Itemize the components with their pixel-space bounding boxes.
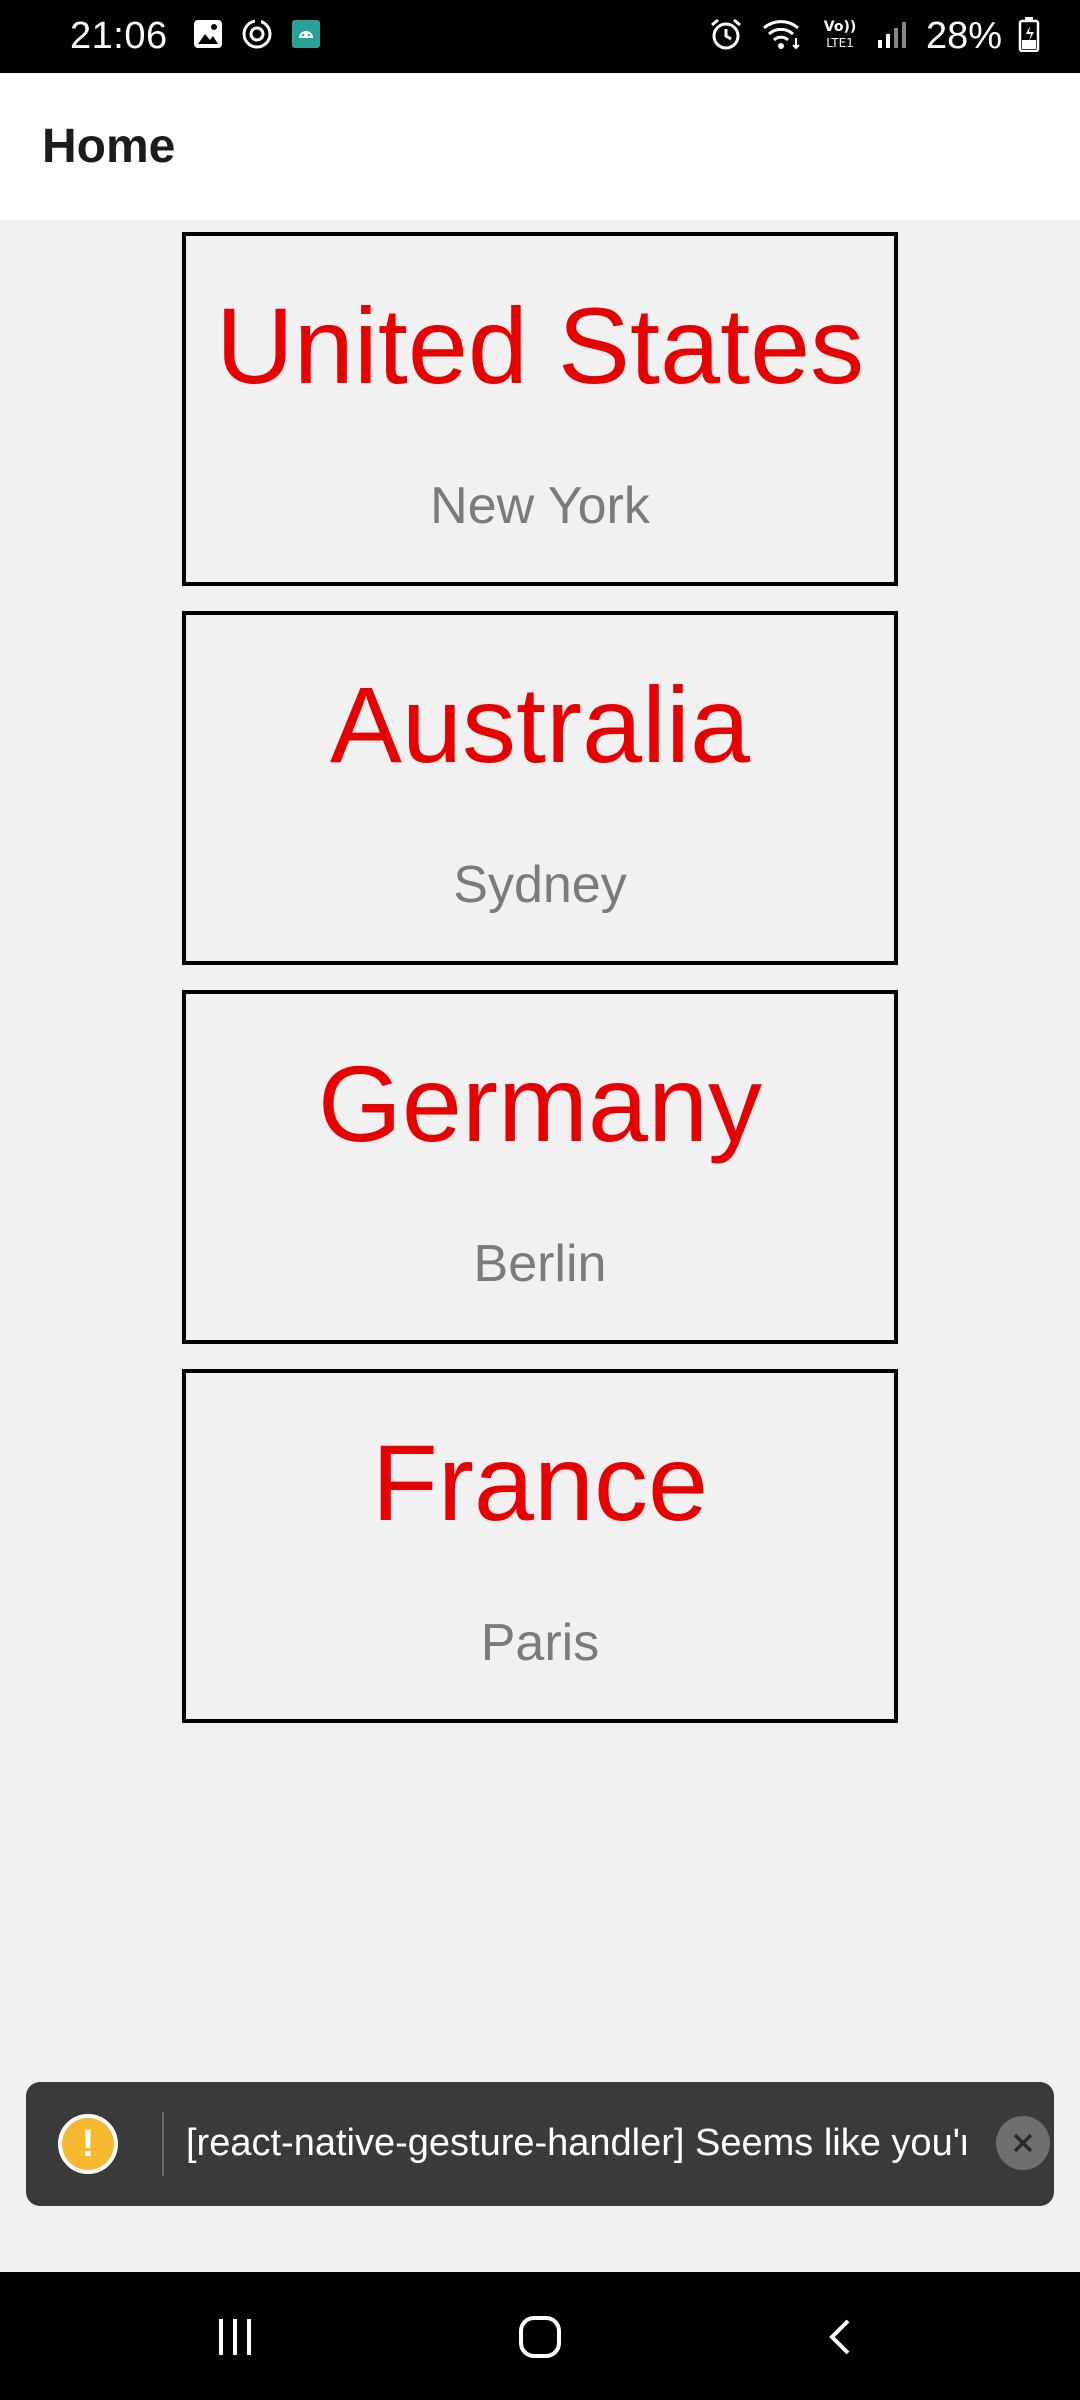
battery-icon <box>1018 16 1040 57</box>
back-icon <box>829 2319 850 2355</box>
system-nav-bar <box>0 2272 1080 2400</box>
country-name: France <box>371 1422 709 1543</box>
country-name: United States <box>215 285 865 406</box>
country-name: Australia <box>329 664 751 785</box>
country-card[interactable]: France Paris <box>182 1369 898 1723</box>
android-icon <box>290 18 322 55</box>
status-bar-left: 21:06 <box>70 15 322 58</box>
country-card[interactable]: Australia Sydney <box>182 611 898 965</box>
country-card[interactable]: Germany Berlin <box>182 990 898 1344</box>
battery-percent: 28% <box>925 15 1002 57</box>
warning-icon: ! <box>58 2114 118 2174</box>
toast-divider <box>162 2112 164 2176</box>
page-title: Home <box>42 120 176 173</box>
recents-icon <box>219 2319 251 2355</box>
status-time: 21:06 <box>70 15 168 57</box>
city-name: Berlin <box>473 1235 607 1293</box>
volte-icon: Vo)) LTE1 <box>820 16 860 57</box>
svg-text:LTE1: LTE1 <box>826 36 854 50</box>
status-bar: 21:06 Vo)) LTE1 28% <box>0 0 1080 73</box>
home-icon <box>519 2316 561 2358</box>
svg-text:Vo)): Vo)) <box>824 19 856 35</box>
city-name: New York <box>430 477 650 535</box>
image-icon <box>192 18 224 55</box>
city-name: Sydney <box>453 856 627 914</box>
signal-icon <box>876 18 910 55</box>
home-button[interactable] <box>505 2302 575 2372</box>
city-name: Paris <box>480 1614 600 1672</box>
status-bar-right: Vo)) LTE1 28% <box>708 15 1040 58</box>
toast-message: [react-native-gesture-handler] Seems lik… <box>186 2122 966 2164</box>
wifi-icon <box>760 16 804 57</box>
warning-toast[interactable]: ! [react-native-gesture-handler] Seems l… <box>26 2082 1054 2206</box>
alarm-icon <box>708 16 744 57</box>
back-button[interactable] <box>805 2302 875 2372</box>
close-icon[interactable] <box>996 2116 1050 2170</box>
country-card[interactable]: United States New York <box>182 232 898 586</box>
sync-icon <box>240 17 274 56</box>
recents-button[interactable] <box>200 2302 270 2372</box>
app-bar: Home <box>0 73 1080 220</box>
country-name: Germany <box>317 1043 763 1164</box>
